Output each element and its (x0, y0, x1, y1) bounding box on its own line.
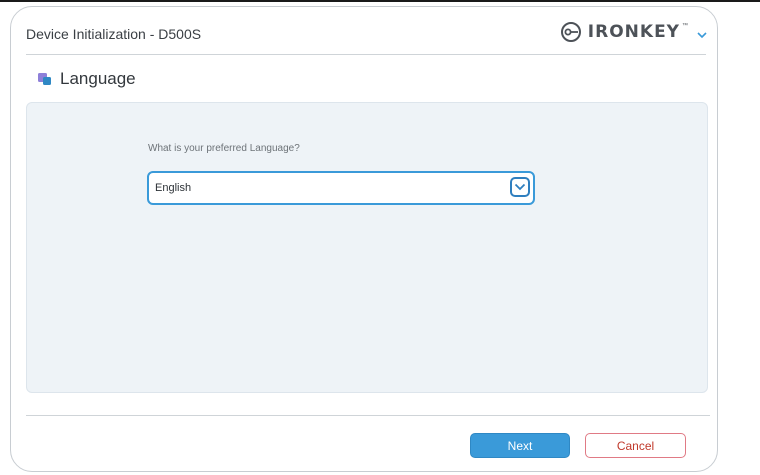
content-panel (26, 102, 708, 393)
chevron-down-icon[interactable] (694, 28, 710, 42)
language-squares-icon (38, 72, 52, 86)
next-button[interactable]: Next (470, 433, 570, 458)
cancel-button[interactable]: Cancel (585, 433, 686, 458)
window-title: Device Initialization - D500S (26, 26, 202, 42)
section-title: Language (60, 69, 136, 88)
language-select-value: English (155, 182, 192, 194)
title-bar: Device Initialization - D500S IRONKEY ™ (26, 22, 707, 55)
top-divider (0, 0, 760, 2)
brand-logo: IRONKEY ™ (558, 19, 688, 45)
section-header: Language (38, 68, 136, 90)
language-select[interactable]: English (147, 171, 535, 205)
brand-trademark: ™ (682, 23, 688, 29)
language-question-label: What is your preferred Language? (148, 143, 300, 154)
brand-name: IRONKEY (587, 22, 680, 42)
chevron-down-icon[interactable] (510, 177, 530, 197)
ironkey-logo-icon (558, 19, 584, 45)
footer-divider (26, 415, 710, 416)
